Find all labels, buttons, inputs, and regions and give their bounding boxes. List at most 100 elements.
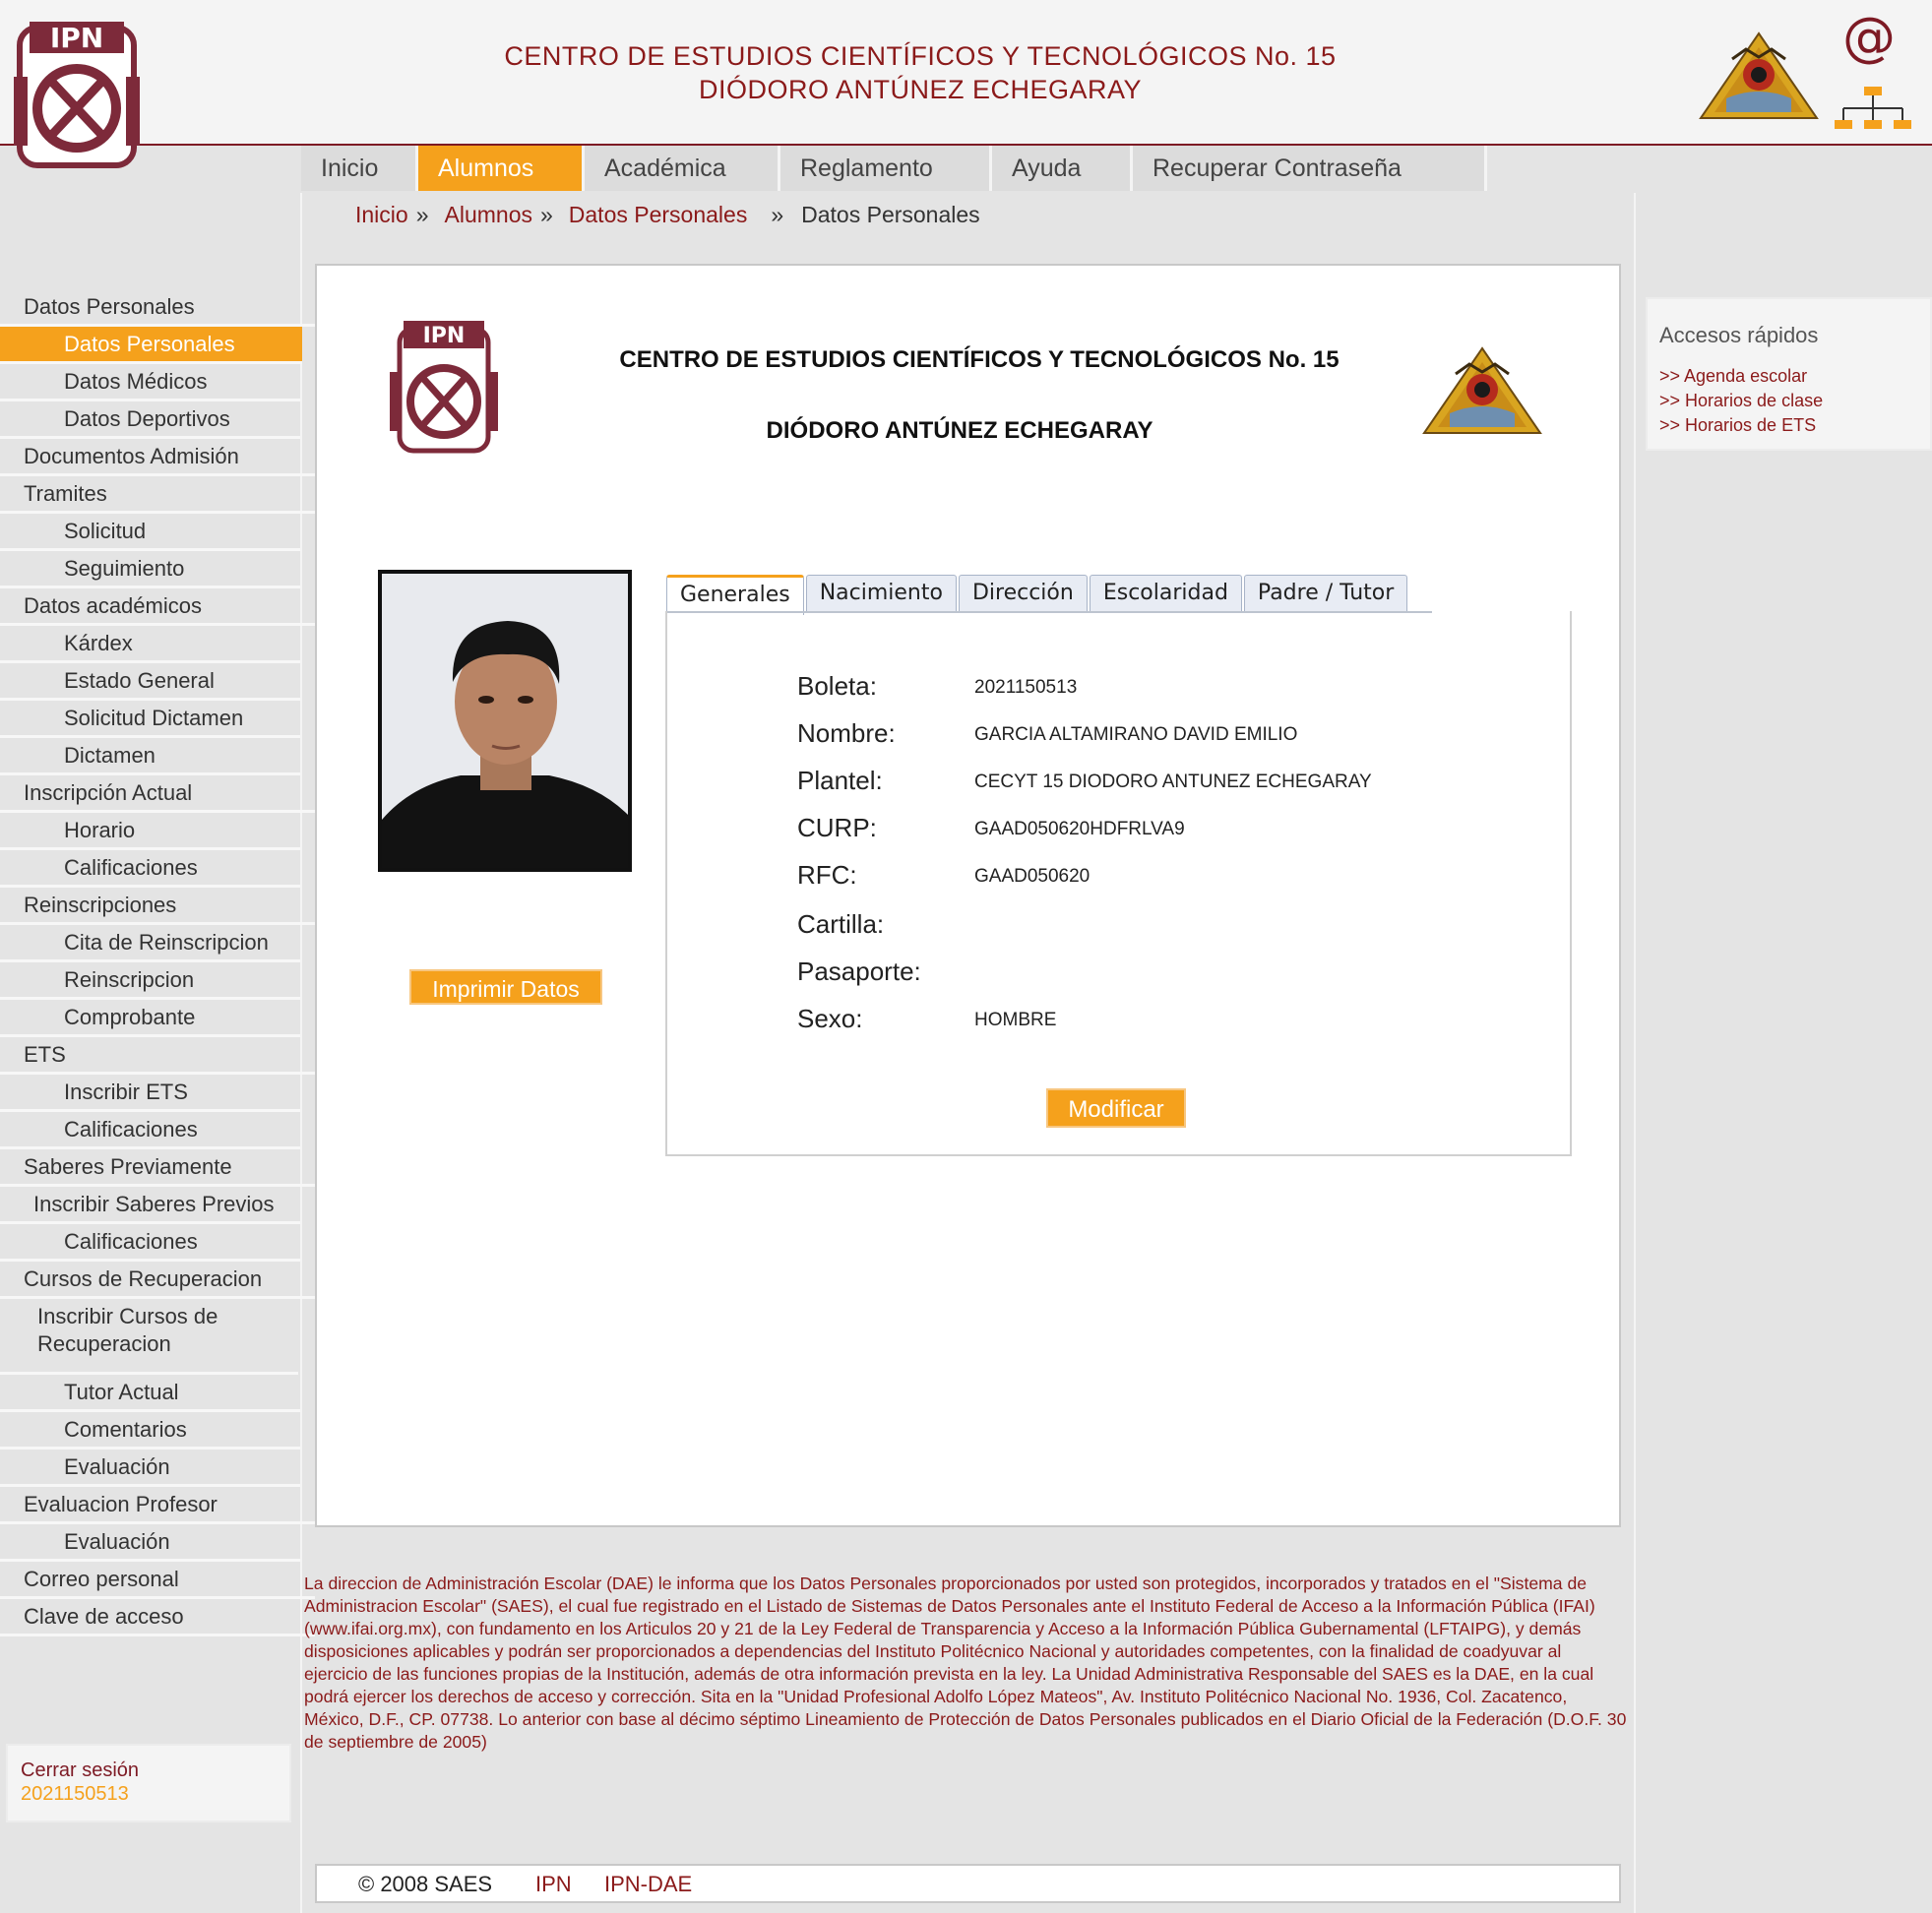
nav-item-academica[interactable]: Académica — [585, 146, 780, 191]
student-photo — [378, 570, 632, 872]
label-plantel: Plantel: — [797, 766, 883, 795]
school-title: CENTRO DE ESTUDIOS CIENTÍFICOS Y TECNOLÓ… — [492, 39, 1348, 106]
quick-link-agenda[interactable]: >> Agenda escolar — [1659, 366, 1807, 387]
sidebar-item-inscripcion-actual[interactable]: Inscripción Actual — [0, 775, 315, 813]
sidebar-item-tramites[interactable]: Tramites — [0, 476, 315, 514]
nav-item-recuperar-contrasena[interactable]: Recuperar Contraseña — [1133, 146, 1487, 191]
sidebar-item-saberes-previamente[interactable]: Saberes Previamente — [0, 1149, 315, 1187]
cecyt-logo-small — [1419, 344, 1545, 440]
nav-item-reglamento[interactable]: Reglamento — [780, 146, 992, 191]
label-curp: CURP: — [797, 813, 877, 842]
sidebar-item-evaluacion-profesor[interactable]: Evaluacion Profesor — [0, 1487, 315, 1524]
sidebar-item-calificaciones-saberes[interactable]: Calificaciones — [0, 1224, 300, 1262]
svg-text:IPN: IPN — [50, 22, 103, 54]
value-rfc: GAAD050620 — [974, 866, 1091, 887]
sidebar-menu: Datos Personales Datos Personales Datos … — [0, 289, 315, 1636]
sidebar-item-inscribir-cursos-recuperacion[interactable]: Inscribir Cursos de Recuperacion — [0, 1299, 298, 1375]
breadcrumb: Inicio » Alumnos » Datos Personales » Da… — [355, 202, 980, 228]
tab-escolaridad[interactable]: Escolaridad — [1089, 575, 1242, 611]
footer-link-ipn-dae[interactable]: IPN-DAE — [604, 1872, 692, 1897]
value-nombre: GARCIA ALTAMIRANO DAVID EMILIO — [974, 724, 1298, 745]
sidebar-item-evaluacion-profesor-sub[interactable]: Evaluación — [0, 1524, 300, 1562]
tab-bar: Generales Nacimiento Dirección Escolarid… — [666, 575, 1409, 615]
sidebar-item-horario[interactable]: Horario — [0, 813, 300, 850]
sidebar-item-comentarios[interactable]: Comentarios — [0, 1412, 300, 1450]
main-nav: Inicio Alumnos Académica Reglamento Ayud… — [301, 146, 1487, 191]
breadcrumb-separator: » — [771, 202, 784, 227]
sidebar-item-ets[interactable]: ETS — [0, 1037, 315, 1075]
privacy-notice: La direccion de Administración Escolar (… — [304, 1574, 1627, 1752]
sidebar-item-datos-deportivos[interactable]: Datos Deportivos — [0, 401, 300, 439]
label-sexo: Sexo: — [797, 1004, 863, 1033]
breadcrumb-datos-personales[interactable]: Datos Personales — [569, 202, 748, 228]
sidebar-item-cursos-recuperacion[interactable]: Cursos de Recuperacion — [0, 1262, 315, 1299]
quick-link-horarios-ets[interactable]: >> Horarios de ETS — [1659, 415, 1816, 436]
panel-title-line2: DIÓDORO ANTÚNEZ ECHEGARAY — [766, 417, 1153, 444]
page-header: CENTRO DE ESTUDIOS CIENTÍFICOS Y TECNOLÓ… — [0, 0, 1932, 146]
sidebar-item-evaluacion-tutor[interactable]: Evaluación — [0, 1450, 300, 1487]
sidebar-item-solicitud[interactable]: Solicitud — [0, 514, 300, 551]
tab-direccion[interactable]: Dirección — [958, 575, 1088, 611]
sidebar-item-datos-medicos[interactable]: Datos Médicos — [0, 364, 300, 401]
sidebar-item-dictamen[interactable]: Dictamen — [0, 738, 300, 775]
logout-box: Cerrar sesión 2021150513 — [6, 1744, 291, 1822]
school-title-line1: CENTRO DE ESTUDIOS CIENTÍFICOS Y TECNOLÓ… — [504, 41, 1337, 71]
sidebar-item-datos-personales-sub[interactable]: Datos Personales — [0, 327, 302, 364]
breadcrumb-current: Datos Personales — [801, 202, 980, 227]
school-title-line2: DIÓDORO ANTÚNEZ ECHEGARAY — [698, 75, 1143, 104]
sidebar-item-inscribir-saberes-previos[interactable]: Inscribir Saberes Previos — [0, 1187, 300, 1224]
sidebar-item-kardex[interactable]: Kárdex — [0, 626, 300, 663]
page-footer: © 2008 SAES IPN IPN-DAE — [315, 1864, 1621, 1903]
panel-title-line1: CENTRO DE ESTUDIOS CIENTÍFICOS Y TECNOLÓ… — [619, 346, 1340, 373]
print-data-button[interactable]: Imprimir Datos — [409, 969, 602, 1005]
label-rfc: RFC: — [797, 860, 857, 890]
tab-padre-tutor[interactable]: Padre / Tutor — [1243, 575, 1408, 611]
breadcrumb-alumnos[interactable]: Alumnos — [445, 202, 532, 228]
sidebar-item-reinscripcion[interactable]: Reinscripcion — [0, 962, 300, 1000]
nav-item-inicio[interactable]: Inicio — [301, 146, 418, 191]
divider — [1634, 193, 1636, 1913]
sidebar-item-documentos-admision[interactable]: Documentos Admisión — [0, 439, 315, 476]
label-pasaporte: Pasaporte: — [797, 956, 921, 986]
quick-access-title: Accesos rápidos — [1659, 323, 1819, 347]
user-id: 2021150513 — [21, 1783, 129, 1805]
sidebar-item-seguimiento[interactable]: Seguimiento — [0, 551, 300, 588]
sitemap-icon[interactable] — [1833, 87, 1911, 137]
nav-item-ayuda[interactable]: Ayuda — [992, 146, 1133, 191]
sidebar-item-reinscripciones[interactable]: Reinscripciones — [0, 888, 315, 925]
sidebar-item-solicitud-dictamen[interactable]: Solicitud Dictamen — [0, 701, 300, 738]
breadcrumb-separator: » — [539, 202, 553, 227]
sidebar-item-datos-academicos[interactable]: Datos académicos — [0, 588, 315, 626]
sidebar-item-cita-reinscripcion[interactable]: Cita de Reinscripcion — [0, 925, 300, 962]
sidebar-item-estado-general[interactable]: Estado General — [0, 663, 300, 701]
modify-button[interactable]: Modificar — [1046, 1088, 1186, 1128]
ipn-logo: IPN — [14, 18, 142, 175]
sidebar-item-calificaciones-ets[interactable]: Calificaciones — [0, 1112, 300, 1149]
sidebar-item-datos-personales[interactable]: Datos Personales — [0, 289, 315, 327]
sidebar-item-correo-personal[interactable]: Correo personal — [0, 1562, 315, 1599]
ipn-logo-small: IPN — [390, 317, 498, 469]
sidebar-item-calificaciones[interactable]: Calificaciones — [0, 850, 300, 888]
label-cartilla: Cartilla: — [797, 909, 885, 939]
label-boleta: Boleta: — [797, 671, 877, 701]
svg-text:IPN: IPN — [423, 324, 466, 348]
tab-nacimiento[interactable]: Nacimiento — [805, 575, 957, 611]
footer-copyright: © 2008 SAES — [358, 1872, 493, 1896]
footer-link-ipn[interactable]: IPN — [535, 1872, 572, 1897]
breadcrumb-inicio[interactable]: Inicio — [355, 202, 408, 228]
nav-item-alumnos[interactable]: Alumnos — [418, 146, 585, 191]
logout-link[interactable]: Cerrar sesión — [21, 1759, 139, 1782]
tab-generales[interactable]: Generales — [666, 575, 804, 615]
sidebar-item-tutor-actual[interactable]: Tutor Actual — [0, 1375, 300, 1412]
sidebar-item-inscribir-ets[interactable]: Inscribir ETS — [0, 1075, 300, 1112]
breadcrumb-separator: » — [415, 202, 429, 227]
value-sexo: HOMBRE — [974, 1010, 1057, 1030]
at-sign-icon[interactable]: @ — [1842, 6, 1896, 68]
sidebar-item-comprobante[interactable]: Comprobante — [0, 1000, 300, 1037]
value-boleta: 2021150513 — [974, 677, 1078, 698]
value-plantel: CECYT 15 DIODORO ANTUNEZ ECHEGARAY — [974, 771, 1372, 792]
sidebar-item-clave-acceso[interactable]: Clave de acceso — [0, 1599, 315, 1636]
label-nombre: Nombre: — [797, 718, 896, 748]
cecyt-logo — [1697, 30, 1821, 125]
quick-link-horarios-clase[interactable]: >> Horarios de clase — [1659, 391, 1823, 411]
